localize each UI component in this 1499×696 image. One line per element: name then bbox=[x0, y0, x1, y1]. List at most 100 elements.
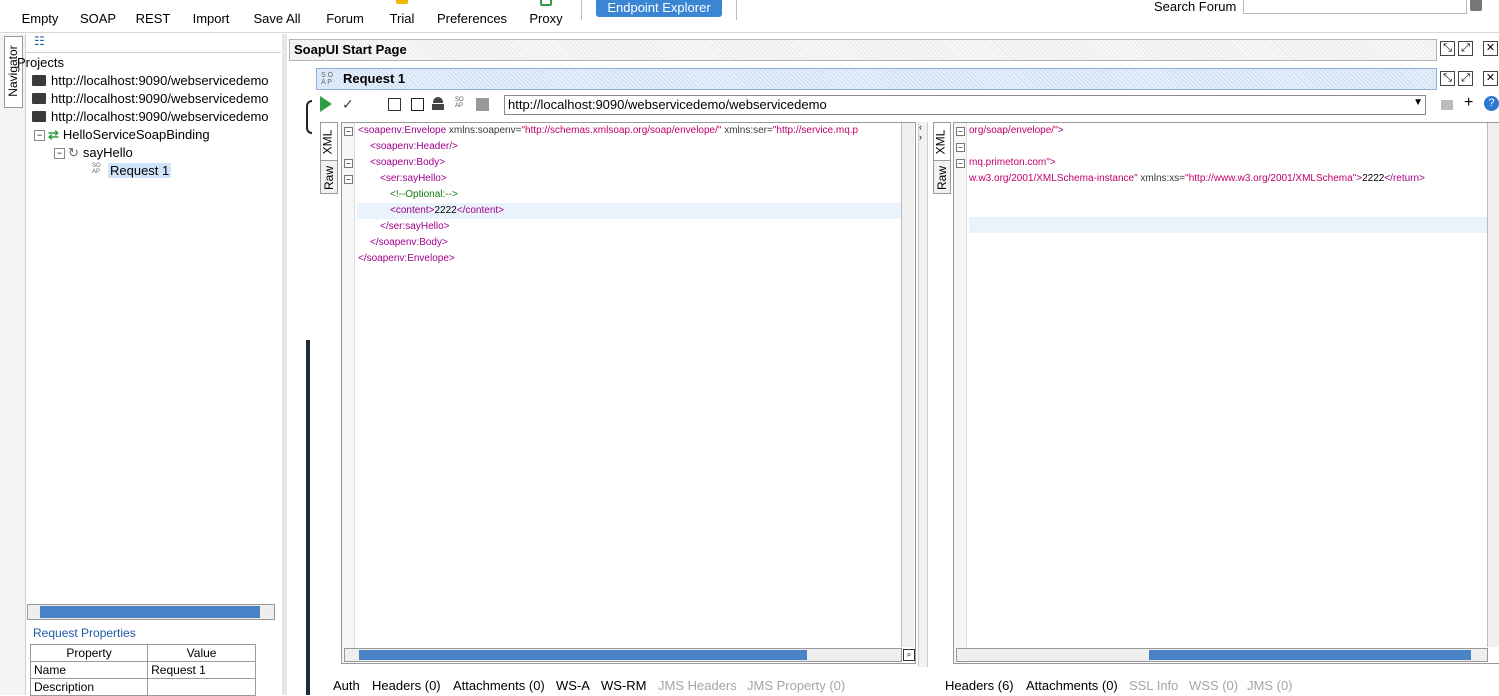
xml-line: </soapenv:Body> bbox=[370, 237, 448, 248]
tree-operation-item[interactable]: − ↻ sayHello bbox=[54, 144, 133, 162]
chevron-icon[interactable]: › bbox=[919, 132, 922, 142]
add-to-testcase-icon[interactable]: ✓ bbox=[342, 96, 354, 113]
close-icon[interactable]: ✕ bbox=[1483, 71, 1498, 86]
request-tab-jms-property[interactable]: JMS Property (0) bbox=[747, 678, 845, 693]
maximize-icon[interactable]: ⤢ bbox=[1458, 41, 1473, 56]
request-xml-tab[interactable]: XML bbox=[320, 122, 338, 162]
response-tab-headers[interactable]: Headers (6) bbox=[945, 678, 1014, 693]
request-window: S OA P Request 1 ⤡ ⤢ ✕ ✓ SO AP http://loc… bbox=[316, 68, 1499, 695]
forum-button[interactable]: Forum bbox=[318, 0, 372, 30]
soap-icon[interactable]: SO AP bbox=[455, 97, 464, 109]
maximize-icon[interactable]: ⤢ bbox=[1458, 71, 1473, 86]
raw-tab-label: Raw bbox=[935, 165, 950, 191]
value-cell[interactable]: Request 1 bbox=[147, 661, 256, 679]
soap-request-icon: S OA P bbox=[321, 72, 334, 86]
request-tab-auth[interactable]: Auth bbox=[333, 678, 360, 693]
request-vertical-scrollbar[interactable] bbox=[901, 123, 914, 647]
response-tab-wss[interactable]: WSS (0) bbox=[1189, 678, 1238, 693]
fold-icon[interactable]: − bbox=[344, 127, 353, 136]
user-icon[interactable] bbox=[433, 97, 443, 103]
submit-request-icon[interactable] bbox=[320, 96, 332, 112]
restore-icon[interactable]: ⤡ bbox=[1440, 71, 1455, 86]
response-vertical-scrollbar[interactable] bbox=[1487, 123, 1499, 647]
value-cell[interactable] bbox=[147, 678, 256, 696]
fold-icon[interactable]: − bbox=[956, 159, 965, 168]
trial-button[interactable]: Trial bbox=[380, 0, 424, 30]
save-all-button[interactable]: Save All bbox=[248, 0, 306, 30]
request-tab-headers[interactable]: Headers (0) bbox=[372, 678, 441, 693]
response-raw-tab[interactable]: Raw bbox=[933, 160, 951, 194]
ws-icon[interactable] bbox=[476, 98, 489, 111]
folder-icon bbox=[32, 75, 46, 86]
stop-request-icon[interactable] bbox=[411, 98, 424, 111]
help-icon[interactable]: ? bbox=[1484, 96, 1499, 111]
create-empty-request-icon[interactable] bbox=[388, 98, 401, 111]
edit-endpoint-icon[interactable] bbox=[1441, 100, 1453, 110]
endpoint-explorer-button[interactable]: Endpoint Explorer bbox=[596, 0, 722, 17]
tree-project-item[interactable]: http://localhost:9090/webservicedemo bbox=[32, 108, 269, 126]
chevron-icon[interactable]: ‹ bbox=[919, 122, 922, 132]
add-icon[interactable]: + bbox=[1464, 94, 1473, 112]
xml-string: w.w3.org/2001/XMLSchema-instance" bbox=[969, 173, 1138, 184]
table-row[interactable]: Description bbox=[29, 678, 256, 696]
project-label: http://localhost:9090/webservicedemo bbox=[51, 109, 269, 124]
proxy-label: Proxy bbox=[529, 11, 563, 26]
request-tab-jms-headers[interactable]: JMS Headers bbox=[658, 678, 737, 693]
fold-icon[interactable]: − bbox=[956, 143, 965, 152]
value-column-header[interactable]: Value bbox=[147, 644, 256, 662]
tree-root-projects[interactable]: Projects bbox=[17, 54, 64, 72]
response-tab-jms[interactable]: JMS (0) bbox=[1247, 678, 1293, 693]
collapse-icon[interactable]: − bbox=[54, 148, 65, 159]
tree-project-item[interactable]: http://localhost:9090/webservicedemo bbox=[32, 72, 269, 90]
restore-icon[interactable]: ⤡ bbox=[1440, 41, 1455, 56]
xml-tag: <content> bbox=[390, 205, 435, 216]
tree-request-item[interactable]: SO AP Request 1 bbox=[92, 162, 172, 180]
soap-project-button[interactable]: SOAP bbox=[74, 0, 122, 30]
fold-icon[interactable]: − bbox=[344, 159, 353, 168]
request-tab-attachments[interactable]: Attachments (0) bbox=[453, 678, 545, 693]
request-tab-ws-rm[interactable]: WS-RM bbox=[601, 678, 647, 693]
scrollbar-thumb[interactable] bbox=[40, 606, 260, 618]
response-tab-attachments[interactable]: Attachments (0) bbox=[1026, 678, 1118, 693]
request-xml-content[interactable]: <soapenv:Envelope xmlns:soapenv="http://… bbox=[357, 123, 902, 663]
search-icon[interactable] bbox=[1470, 0, 1482, 11]
close-icon[interactable]: ✕ bbox=[1483, 41, 1498, 56]
property-column-header[interactable]: Property bbox=[29, 644, 149, 662]
endpoint-field[interactable]: http://localhost:9090/webservicedemo/web… bbox=[504, 95, 1426, 115]
request-xml-editor[interactable]: <soapenv:Envelope xmlns:soapenv="http://… bbox=[341, 122, 916, 664]
response-tab-ssl-info[interactable]: SSL Info bbox=[1129, 678, 1178, 693]
rest-project-button[interactable]: REST bbox=[130, 0, 176, 30]
preferences-button[interactable]: Preferences bbox=[432, 0, 512, 30]
tree-binding-item[interactable]: − ⇄ HelloServiceSoapBinding bbox=[34, 126, 210, 144]
response-horizontal-scrollbar[interactable] bbox=[956, 648, 1488, 662]
import-button[interactable]: Import bbox=[184, 0, 238, 30]
tree-horizontal-scrollbar[interactable] bbox=[27, 604, 275, 620]
request-horizontal-scrollbar[interactable] bbox=[344, 648, 902, 662]
tree-view-toggle-icon[interactable]: ☷ bbox=[34, 35, 50, 47]
zoom-icon[interactable]: ⌕ bbox=[903, 649, 915, 661]
response-xml-editor[interactable]: − − − org/soap/envelope/"> mq.primeton.c… bbox=[953, 122, 1499, 664]
response-xml-tab[interactable]: XML bbox=[933, 122, 951, 162]
navigator-tab[interactable]: Navigator bbox=[4, 36, 23, 108]
trial-label: Trial bbox=[389, 11, 415, 26]
xml-attr: xmlns:soapenv= bbox=[446, 125, 522, 136]
collapse-icon[interactable]: − bbox=[34, 130, 45, 141]
chevron-down-icon[interactable]: ▼ bbox=[1413, 97, 1423, 108]
editor-splitter[interactable]: ‹ › bbox=[918, 122, 928, 667]
tree-divider bbox=[26, 52, 281, 53]
search-forum-input[interactable] bbox=[1243, 0, 1467, 14]
scrollbar-thumb[interactable] bbox=[1149, 650, 1471, 660]
fold-icon[interactable]: − bbox=[956, 127, 965, 136]
property-cell: Name bbox=[29, 661, 149, 679]
scrollbar-thumb[interactable] bbox=[359, 650, 807, 660]
editor-gutter bbox=[954, 123, 967, 663]
request-tab-ws-a[interactable]: WS-A bbox=[556, 678, 590, 693]
table-row[interactable]: Name Request 1 bbox=[29, 661, 256, 679]
fold-icon[interactable]: − bbox=[344, 175, 353, 184]
proxy-button[interactable]: Proxy bbox=[522, 0, 570, 30]
response-xml-content[interactable]: org/soap/envelope/"> mq.primeton.com"> w… bbox=[969, 123, 1487, 663]
panel-splitter[interactable] bbox=[282, 34, 287, 695]
request-raw-tab[interactable]: Raw bbox=[320, 160, 338, 194]
empty-project-button[interactable]: Empty bbox=[14, 0, 66, 30]
tree-project-item[interactable]: http://localhost:9090/webservicedemo bbox=[32, 90, 269, 108]
